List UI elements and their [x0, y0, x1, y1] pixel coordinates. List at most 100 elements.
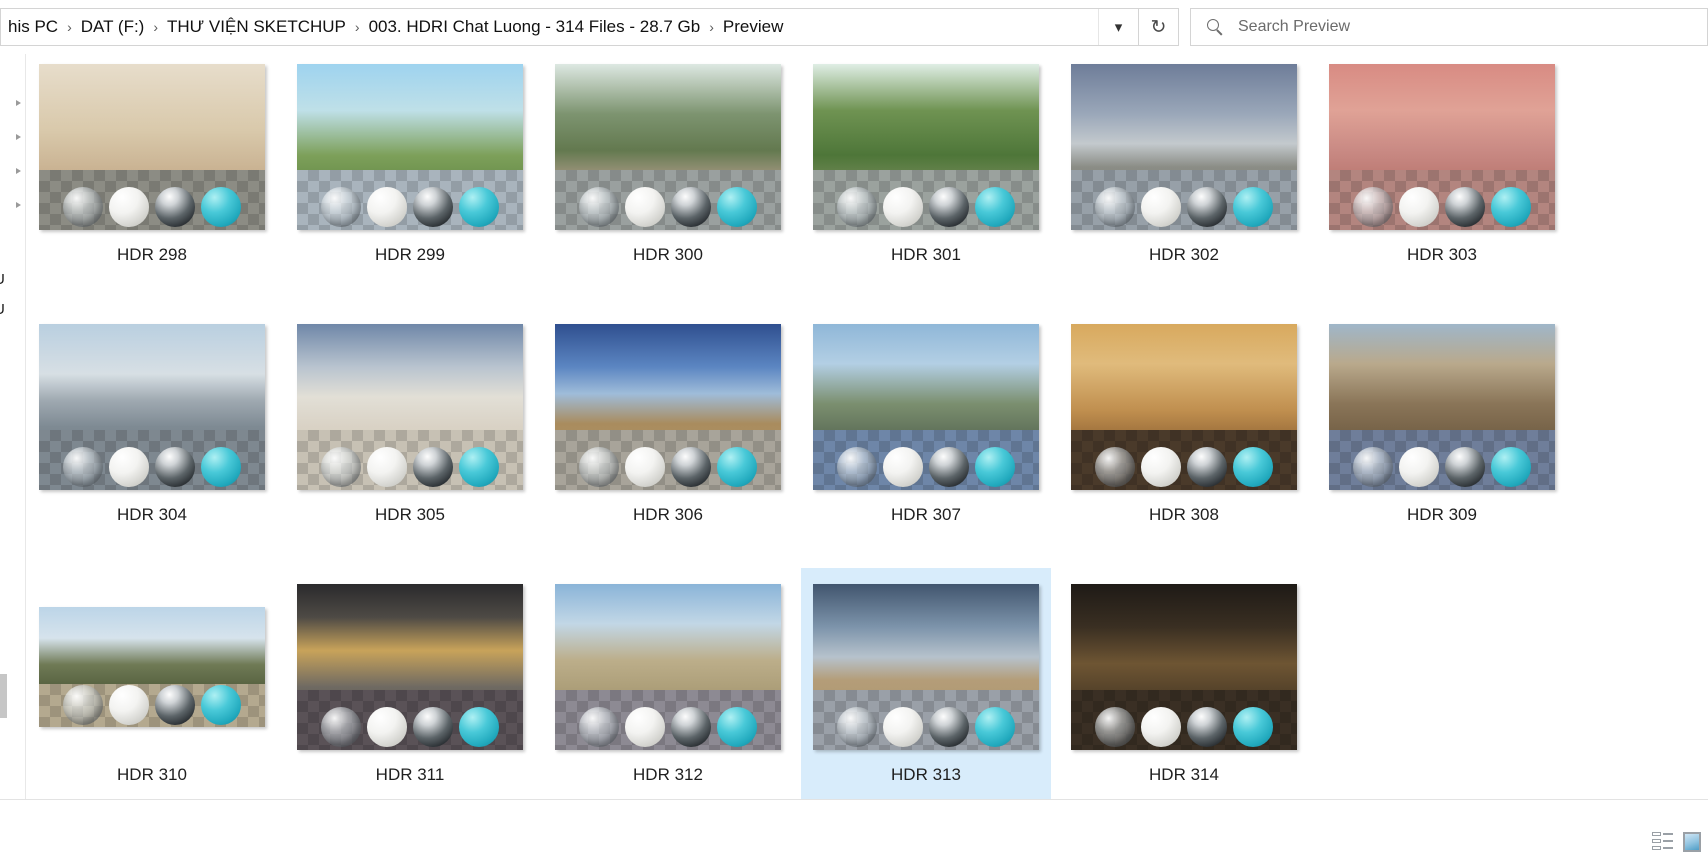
thumbnail-container[interactable]: [543, 54, 793, 246]
details-view-icon[interactable]: [1652, 831, 1674, 851]
file-item[interactable]: HDR 312: [543, 568, 793, 799]
thumbnail-container[interactable]: [801, 54, 1051, 246]
thumbnail-container[interactable]: [1059, 568, 1309, 766]
file-item[interactable]: HDR 300: [543, 54, 793, 293]
file-item-label[interactable]: HDR 310: [27, 764, 277, 786]
thumbnail-container[interactable]: [285, 308, 535, 506]
file-item[interactable]: HDR 311: [285, 568, 535, 799]
thumbnail-container[interactable]: [801, 308, 1051, 506]
file-item-label[interactable]: HDR 304: [27, 504, 277, 526]
hdri-preview-thumbnail[interactable]: [297, 64, 523, 230]
file-item[interactable]: HDR 305: [285, 308, 535, 553]
file-item-label[interactable]: HDR 303: [1317, 244, 1567, 266]
file-item-label[interactable]: HDR 302: [1059, 244, 1309, 266]
hdri-preview-thumbnail[interactable]: [39, 324, 265, 490]
hdri-preview-thumbnail[interactable]: [39, 607, 265, 727]
file-item-label[interactable]: HDR 301: [801, 244, 1051, 266]
chevron-right-icon[interactable]: [16, 202, 21, 208]
sphere-glass: [1353, 446, 1394, 487]
hdri-preview-thumbnail[interactable]: [297, 584, 523, 750]
file-item-label[interactable]: HDR 314: [1059, 764, 1309, 786]
breadcrumb-item[interactable]: 003. HDRI Chat Luong - 314 Files - 28.7 …: [362, 15, 708, 39]
hdri-preview-thumbnail[interactable]: [555, 584, 781, 750]
hdri-preview-thumbnail[interactable]: [555, 64, 781, 230]
hdri-preview-thumbnail[interactable]: [813, 64, 1039, 230]
navigation-pane[interactable]: UU: [0, 54, 26, 799]
hdri-preview-thumbnail[interactable]: [1071, 64, 1297, 230]
breadcrumb-item[interactable]: his PC: [1, 15, 65, 39]
thumbnail-container[interactable]: [1059, 54, 1309, 246]
hdri-preview-thumbnail[interactable]: [1071, 324, 1297, 490]
sphere-cyan: [716, 186, 757, 227]
file-item-label[interactable]: HDR 308: [1059, 504, 1309, 526]
hdri-preview-thumbnail[interactable]: [1329, 64, 1555, 230]
chevron-down-icon[interactable]: ▾: [1098, 9, 1138, 45]
file-item[interactable]: HDR 299: [285, 54, 535, 293]
thumbnail-container[interactable]: [543, 568, 793, 766]
thumbnail-container[interactable]: [27, 54, 277, 246]
thumbnail-container[interactable]: [1317, 308, 1567, 506]
nav-tree-item[interactable]: [0, 126, 25, 148]
file-item[interactable]: HDR 310: [27, 568, 277, 799]
file-item[interactable]: HDR 307: [801, 308, 1051, 553]
file-item-label[interactable]: HDR 306: [543, 504, 793, 526]
nav-tree-item[interactable]: [0, 194, 25, 216]
hdri-preview-thumbnail[interactable]: [1071, 584, 1297, 750]
sphere-white: [109, 186, 149, 227]
refresh-icon[interactable]: ↻: [1139, 8, 1179, 46]
file-item-label[interactable]: HDR 309: [1317, 504, 1567, 526]
breadcrumb-separator: ›: [153, 19, 159, 35]
file-item-label[interactable]: HDR 313: [801, 764, 1051, 786]
hdri-preview-thumbnail[interactable]: [297, 324, 523, 490]
file-item-label[interactable]: HDR 300: [543, 244, 793, 266]
large-icons-view-icon[interactable]: [1683, 832, 1701, 852]
address-field[interactable]: his PC › DAT (F:) › THƯ VIỆN SKETCHUP › 003. H…: [0, 8, 1139, 46]
nav-tree-item-label[interactable]: U: [0, 271, 5, 288]
chevron-right-icon[interactable]: [16, 168, 21, 174]
file-item[interactable]: HDR 313: [801, 568, 1051, 799]
nav-tree-item-label[interactable]: U: [0, 301, 5, 318]
hdri-preview-thumbnail[interactable]: [555, 324, 781, 490]
sphere-cyan: [974, 446, 1015, 487]
file-item-label[interactable]: HDR 299: [285, 244, 535, 266]
search-input[interactable]: Search Preview: [1190, 8, 1708, 46]
breadcrumb-item[interactable]: DAT (F:): [74, 15, 152, 39]
thumbnail-container[interactable]: [285, 54, 535, 246]
breadcrumb-item[interactable]: THƯ VIỆN SKETCHUP: [160, 15, 353, 39]
thumbnail-container[interactable]: [27, 308, 277, 506]
chevron-right-icon[interactable]: [16, 100, 21, 106]
file-item[interactable]: HDR 301: [801, 54, 1051, 293]
file-item[interactable]: HDR 304: [27, 308, 277, 553]
file-item-label[interactable]: HDR 298: [27, 244, 277, 266]
file-item-label[interactable]: HDR 312: [543, 764, 793, 786]
file-item[interactable]: HDR 306: [543, 308, 793, 553]
thumbnail-container[interactable]: [285, 568, 535, 766]
file-item-label[interactable]: HDR 305: [285, 504, 535, 526]
hdri-preview-thumbnail[interactable]: [1329, 324, 1555, 490]
file-item[interactable]: HDR 309: [1317, 308, 1567, 553]
nav-tree-item[interactable]: [0, 92, 25, 114]
file-item[interactable]: HDR 314: [1059, 568, 1309, 799]
thumbnail-container[interactable]: [1317, 54, 1567, 246]
thumbnail-container[interactable]: [801, 568, 1051, 766]
hdri-preview-thumbnail[interactable]: [39, 64, 265, 230]
breadcrumb-item[interactable]: Preview: [716, 15, 790, 39]
file-item[interactable]: HDR 303: [1317, 54, 1567, 293]
file-item[interactable]: HDR 308: [1059, 308, 1309, 553]
thumbnail-container[interactable]: [1059, 308, 1309, 506]
hdri-preview-thumbnail[interactable]: [813, 324, 1039, 490]
file-item-label[interactable]: HDR 311: [285, 764, 535, 786]
sphere-chrome: [413, 446, 453, 487]
sphere-chrome: [1445, 446, 1485, 487]
navigation-scrollbar-thumb[interactable]: [0, 674, 7, 718]
hdri-preview-thumbnail[interactable]: [813, 584, 1039, 750]
chevron-right-icon[interactable]: [16, 134, 21, 140]
thumbnail-container[interactable]: [27, 568, 277, 766]
file-item[interactable]: HDR 302: [1059, 54, 1309, 293]
nav-tree-item[interactable]: [0, 160, 25, 182]
file-item[interactable]: HDR 298: [27, 54, 277, 293]
file-list-view[interactable]: HDR 298 HDR 299 HDR 300 HDR 301 HDR 302 HDR 3…: [27, 54, 1708, 799]
file-item-label[interactable]: HDR 307: [801, 504, 1051, 526]
thumbnail-container[interactable]: [543, 308, 793, 506]
breadcrumb: his PC › DAT (F:) › THƯ VIỆN SKETCHUP › 003. H…: [1, 9, 1098, 45]
